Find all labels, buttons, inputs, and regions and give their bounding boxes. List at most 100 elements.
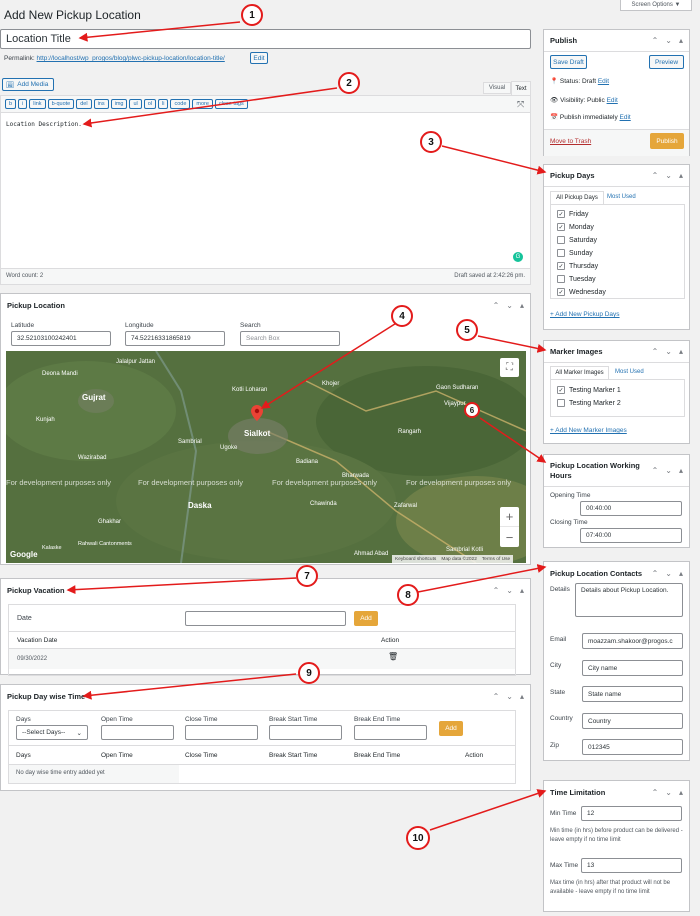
permalink-edit-button[interactable]: Edit (250, 52, 268, 64)
tab-most-used-markers[interactable]: Most Used (615, 369, 644, 375)
opening-time-input[interactable]: 00:40:00 (580, 501, 682, 516)
break-end-input[interactable] (354, 725, 427, 740)
chevron-up-icon[interactable]: ⌃ (493, 692, 500, 701)
publish-button[interactable]: Publish (650, 133, 684, 149)
pickup-day-checkbox[interactable] (557, 236, 565, 244)
toggle-icon[interactable]: ▴ (679, 347, 683, 356)
chevron-up-icon[interactable]: ⌃ (652, 788, 659, 797)
toggle-icon[interactable]: ▴ (679, 36, 683, 45)
zoom-out-button[interactable]: − (500, 527, 519, 547)
move-to-trash-link[interactable]: Move to Trash (550, 138, 591, 145)
zip-field[interactable]: 012345 (582, 739, 683, 755)
add-new-pickup-days-link[interactable]: + Add New Pickup Days (550, 311, 620, 318)
chevron-up-icon[interactable]: ⌃ (652, 569, 659, 578)
qt-ul[interactable]: ul (129, 99, 142, 109)
longitude-input[interactable]: 74.52216331865819 (125, 331, 225, 346)
chevron-down-icon[interactable]: ⌄ (506, 586, 513, 595)
qt-ins[interactable]: ins (93, 99, 109, 109)
chevron-down-icon[interactable]: ⌄ (506, 692, 513, 701)
pickup-day-checkbox[interactable] (557, 249, 565, 257)
chevron-up-icon[interactable]: ⌃ (652, 36, 659, 45)
add-new-marker-images-link[interactable]: + Add New Marker Images (550, 427, 627, 434)
pickup-day-checkbox[interactable]: ✓ (557, 223, 565, 231)
chevron-up-icon[interactable]: ⌃ (652, 171, 659, 180)
screen-options-button[interactable]: Screen Options ▼ (620, 0, 692, 11)
email-field[interactable]: moazzam.shakoor@progos.c (582, 633, 683, 649)
chevron-down-icon[interactable]: ⌄ (665, 569, 672, 578)
chevron-up-icon[interactable]: ⌃ (652, 466, 659, 475)
qt-b[interactable]: b (5, 99, 17, 109)
pickup-day-checkbox[interactable] (557, 275, 565, 283)
chevron-down-icon[interactable]: ⌄ (665, 36, 672, 45)
chevron-up-icon[interactable]: ⌃ (652, 347, 659, 356)
map[interactable]: Jalalpur Jattan Deona Mandi Gujrat Kunja… (6, 351, 526, 563)
save-draft-button[interactable]: Save Draft (550, 55, 587, 69)
content-textarea[interactable]: Location Description. (0, 113, 531, 269)
pickup-day-item[interactable]: Sunday (557, 249, 678, 262)
keyboard-shortcuts-link[interactable]: Keyboard shortcuts (395, 557, 436, 562)
pickup-day-item[interactable]: Saturday (557, 236, 678, 249)
country-field[interactable]: Country (582, 713, 683, 729)
pickup-day-checkbox[interactable]: ✓ (557, 262, 565, 270)
max-time-input[interactable]: 13 (581, 858, 682, 873)
latitude-input[interactable]: 32.52103100242401 (11, 331, 111, 346)
qt-ol[interactable]: ol (143, 99, 157, 109)
pickup-day-item[interactable]: ✓ Friday (557, 210, 678, 223)
day-wise-add-button[interactable]: Add (439, 721, 463, 736)
marker-image-item[interactable]: Testing Marker 2 (557, 399, 678, 412)
permalink-url[interactable]: http://localhost/wp_progos/blog/plwc-pic… (37, 55, 225, 62)
toggle-icon[interactable]: ▴ (679, 466, 683, 475)
pickup-day-item[interactable]: ✓ Monday (557, 223, 678, 236)
toggle-icon[interactable]: ▴ (679, 171, 683, 180)
terms-link[interactable]: Terms of Use (482, 557, 510, 562)
vacation-add-button[interactable]: Add (354, 611, 378, 626)
chevron-down-icon[interactable]: ⌄ (665, 788, 672, 797)
chevron-down-icon[interactable]: ⌄ (665, 466, 672, 475)
publish-time-edit-link[interactable]: Edit (620, 114, 631, 121)
open-time-input[interactable] (101, 725, 174, 740)
tab-all-pickup-days[interactable]: All Pickup Days (550, 191, 604, 204)
post-title-input[interactable]: Location Title (0, 29, 531, 49)
min-time-input[interactable]: 12 (581, 806, 682, 821)
chevron-up-icon[interactable]: ⌃ (493, 301, 500, 310)
closing-time-input[interactable]: 07:40:00 (580, 528, 682, 543)
qt-li[interactable]: li (158, 99, 169, 109)
qt-close-tags[interactable]: close tags (214, 99, 248, 109)
qt-code[interactable]: code (170, 99, 191, 109)
break-start-input[interactable] (269, 725, 342, 740)
chevron-down-icon[interactable]: ⌄ (665, 171, 672, 180)
details-textarea[interactable]: Details about Pickup Location. (575, 583, 683, 617)
pickup-day-item[interactable]: ✓ Thursday (557, 262, 678, 275)
toggle-icon[interactable]: ▴ (520, 586, 524, 595)
search-input[interactable]: Search Box (240, 331, 340, 346)
toggle-icon[interactable]: ▴ (679, 569, 683, 578)
chevron-down-icon[interactable]: ⌄ (665, 347, 672, 356)
distraction-free-icon[interactable]: ⤧ (517, 99, 524, 110)
grammarly-icon[interactable]: G (513, 252, 523, 262)
state-field[interactable]: State name (582, 686, 683, 702)
days-select[interactable]: --Select Days-- ⌄ (16, 725, 88, 740)
tab-visual[interactable]: Visual (483, 82, 511, 94)
preview-button[interactable]: Preview (649, 55, 684, 69)
tab-all-marker-images[interactable]: All Marker Images (550, 366, 609, 379)
pickup-day-checkbox[interactable]: ✓ (557, 210, 565, 218)
pickup-day-item[interactable]: Tuesday (557, 275, 678, 288)
qt-link[interactable]: link (29, 99, 46, 109)
visibility-edit-link[interactable]: Edit (607, 97, 618, 104)
tab-text[interactable]: Text (511, 81, 531, 95)
marker-image-checkbox[interactable]: ✓ (557, 386, 565, 394)
trash-icon[interactable]: 🗑 (388, 652, 398, 661)
toggle-icon[interactable]: ▴ (679, 788, 683, 797)
zoom-in-button[interactable]: + (500, 507, 519, 527)
status-edit-link[interactable]: Edit (598, 78, 609, 85)
tab-most-used-days[interactable]: Most Used (607, 194, 636, 200)
qt-del[interactable]: del (76, 99, 92, 109)
chevron-up-icon[interactable]: ⌃ (493, 586, 500, 595)
qt-i[interactable]: i (18, 99, 28, 109)
pickup-day-item[interactable]: ✓ Wednesday (557, 288, 678, 301)
vacation-date-input[interactable] (185, 611, 346, 626)
toggle-icon[interactable]: ▴ (520, 692, 524, 701)
pickup-day-checkbox[interactable]: ✓ (557, 288, 565, 296)
close-time-input[interactable] (185, 725, 258, 740)
marker-image-checkbox[interactable] (557, 399, 565, 407)
